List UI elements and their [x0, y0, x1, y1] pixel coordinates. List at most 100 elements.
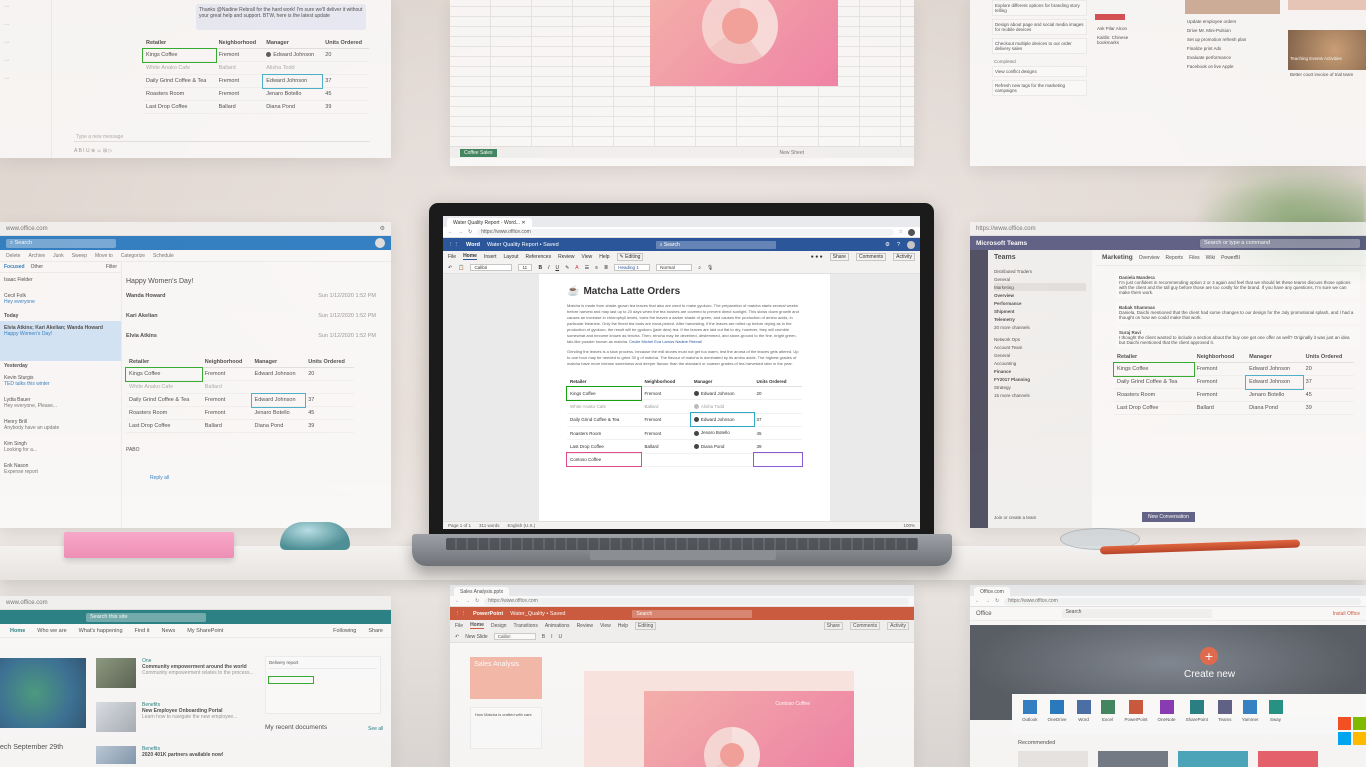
- table-cell[interactable]: Fremont: [641, 413, 691, 427]
- slide-thumb-2[interactable]: How Matcha is crafted with care: [470, 707, 542, 749]
- app-powerpoint[interactable]: PowerPoint: [1125, 700, 1148, 728]
- table-row[interactable]: Daily Grind Coffee & Tea Fremont Edward Jo…: [126, 392, 354, 408]
- table-cell[interactable]: 45: [753, 426, 802, 441]
- menu-help[interactable]: Help: [599, 254, 609, 260]
- star-icon[interactable]: ☆: [899, 229, 903, 235]
- menu-file[interactable]: File: [455, 623, 463, 629]
- nav-find-it[interactable]: Find it: [135, 628, 150, 634]
- table-cell[interactable]: Kings Coffee: [142, 47, 217, 63]
- style-normal[interactable]: Normal: [656, 264, 693, 271]
- recommended-card[interactable]: [1258, 751, 1318, 767]
- app-launcher-icon[interactable]: ⋮⋮: [455, 611, 466, 617]
- menu-references[interactable]: References: [526, 254, 552, 260]
- table-cell[interactable]: [690, 453, 754, 467]
- nav-my-sharepoint[interactable]: My SharePoint: [187, 628, 223, 634]
- list-item[interactable]: Cecil Folk Hey everyone: [0, 289, 121, 311]
- slide-canvas[interactable]: Contoso Coffee: [584, 671, 854, 767]
- table-cell[interactable]: Edward Johnson: [262, 73, 324, 89]
- settings-icon[interactable]: ⚙: [380, 225, 385, 232]
- search-input[interactable]: Search this site: [86, 612, 206, 622]
- style-heading[interactable]: Heading 1: [614, 264, 651, 271]
- table-cell[interactable]: [753, 399, 802, 414]
- help-icon[interactable]: ?: [897, 242, 900, 248]
- tab-focused[interactable]: Focused: [4, 264, 25, 270]
- task-card[interactable]: Explore different options for branding s…: [992, 0, 1087, 16]
- table-row[interactable]: White Anako Cafe Ballard Alisha Todd: [143, 61, 369, 75]
- chat-message[interactable]: Babak Shammas Daniela, Daichi mentioned t…: [1116, 302, 1360, 323]
- language[interactable]: English (U.S.): [507, 523, 535, 528]
- table-cell[interactable]: Last Drop Coffee: [567, 439, 642, 454]
- table-cell[interactable]: [641, 453, 691, 467]
- activity-button[interactable]: Activity: [893, 252, 915, 261]
- create-new-label[interactable]: Create new: [1184, 669, 1235, 680]
- search-input[interactable]: ⌕ Search: [6, 238, 116, 248]
- font-size-dropdown[interactable]: 11: [518, 264, 533, 271]
- menu-design[interactable]: Design: [491, 623, 507, 629]
- numbering-icon[interactable]: ≡: [595, 265, 598, 271]
- table-row[interactable]: Last Drop Coffee Ballard Diana Pond 39: [143, 100, 369, 114]
- task-card[interactable]: Set up promotion refresh plan: [1185, 35, 1280, 44]
- table-cell[interactable]: 37: [322, 74, 369, 88]
- table-row[interactable]: Kings Coffee Fremont Edward Johnson 20: [565, 385, 802, 401]
- junk-button[interactable]: Junk: [53, 253, 64, 259]
- tab-wiki[interactable]: Wiki: [1206, 255, 1215, 261]
- list-item[interactable]: Henry Brill Anybody have an update: [0, 415, 121, 437]
- table-cell[interactable]: Kings Coffee: [565, 385, 643, 401]
- table-cell[interactable]: Fremont: [215, 48, 264, 62]
- reply-all-button[interactable]: Reply all: [150, 475, 376, 481]
- bold-button[interactable]: B: [538, 265, 542, 271]
- team-item[interactable]: Network Ops: [994, 335, 1086, 343]
- sheet-tab[interactable]: Coffee Sales: [460, 148, 497, 157]
- table-row[interactable]: Roasters Room Fremont Jenaro Botello 45: [1114, 388, 1354, 402]
- comments-button[interactable]: Comments: [855, 252, 887, 261]
- thread-item[interactable]: Elvia Atkins Sun 1/12/2020 1:52 PM: [126, 333, 376, 355]
- font-name-dropdown[interactable]: Calibri: [470, 264, 513, 271]
- address-url[interactable]: https://www.office.com: [976, 226, 1036, 232]
- list-item-selected[interactable]: Elvia Atkins; Kari Akelian; Wanda Howard…: [0, 321, 121, 361]
- mention[interactable]: Nadine Rebrall: [675, 339, 701, 344]
- activity-button[interactable]: Activity: [887, 621, 909, 630]
- task-card[interactable]: Better court invoice of trial team: [1288, 70, 1366, 79]
- table-cell[interactable]: 20: [322, 48, 369, 62]
- filter-button[interactable]: Filter: [106, 264, 117, 270]
- app-launcher-icon[interactable]: ⋮⋮: [448, 242, 459, 248]
- table-cell[interactable]: Ballard: [641, 439, 691, 454]
- refresh-icon[interactable]: ↻: [468, 229, 472, 235]
- task-card[interactable]: Facebook on live Apple: [1185, 62, 1280, 71]
- table-cell[interactable]: Fremont: [215, 74, 264, 88]
- paste-icon[interactable]: 📋: [458, 265, 464, 271]
- sweep-button[interactable]: Sweep: [72, 253, 87, 259]
- document-page[interactable]: ☕ Matcha Latte Orders Matcha is made fro…: [539, 274, 830, 521]
- table-cell[interactable]: Daily Grind Coffee & Tea: [567, 413, 642, 427]
- app-word[interactable]: Word: [1076, 700, 1091, 728]
- recommended-card[interactable]: [1098, 751, 1168, 767]
- team-item[interactable]: General: [994, 351, 1086, 359]
- team-item[interactable]: General: [994, 275, 1086, 283]
- join-team-link[interactable]: Join or create a team: [994, 515, 1036, 520]
- menu-transitions[interactable]: Transitions: [514, 623, 538, 629]
- table-cell[interactable]: Alisha Todd: [690, 399, 754, 414]
- task-card[interactable]: Kaitlin: Chinese bookmarks: [1095, 33, 1150, 47]
- highlight-icon[interactable]: ✎: [565, 265, 569, 271]
- table-row[interactable]: Last Drop Coffee Ballard Diana Pond 39: [126, 419, 354, 433]
- menu-help[interactable]: Help: [618, 623, 628, 629]
- app-excel[interactable]: Excel: [1100, 700, 1115, 728]
- table-cell[interactable]: Roasters Room: [143, 87, 216, 101]
- menu-file[interactable]: File: [448, 254, 456, 260]
- categorize-button[interactable]: Categorize: [121, 253, 145, 259]
- schedule-button[interactable]: Schedule: [153, 253, 174, 259]
- app-onedrive[interactable]: OneDrive: [1048, 700, 1067, 728]
- slide-main[interactable]: Contoso Coffee: [644, 691, 854, 767]
- recommended-card[interactable]: [1018, 751, 1088, 767]
- search-input[interactable]: Search: [1061, 609, 1212, 618]
- list-item[interactable]: Kim Singh Looking for a...: [0, 437, 121, 459]
- app-onenote[interactable]: OneNote: [1158, 700, 1176, 728]
- table-cell[interactable]: [752, 452, 804, 468]
- avatar[interactable]: [908, 228, 915, 236]
- tab-files[interactable]: Files: [1189, 255, 1200, 261]
- menu-home[interactable]: Home: [470, 622, 484, 629]
- table-row[interactable]: Kings Coffee Fremont Edward Johnson 20: [142, 47, 369, 63]
- table-row[interactable]: Kings Coffee Fremont Edward Johnson 20: [125, 366, 354, 382]
- table-cell[interactable]: Ballard: [215, 61, 264, 75]
- task-card[interactable]: Drive Mr. Mini-Pulsion: [1185, 26, 1280, 35]
